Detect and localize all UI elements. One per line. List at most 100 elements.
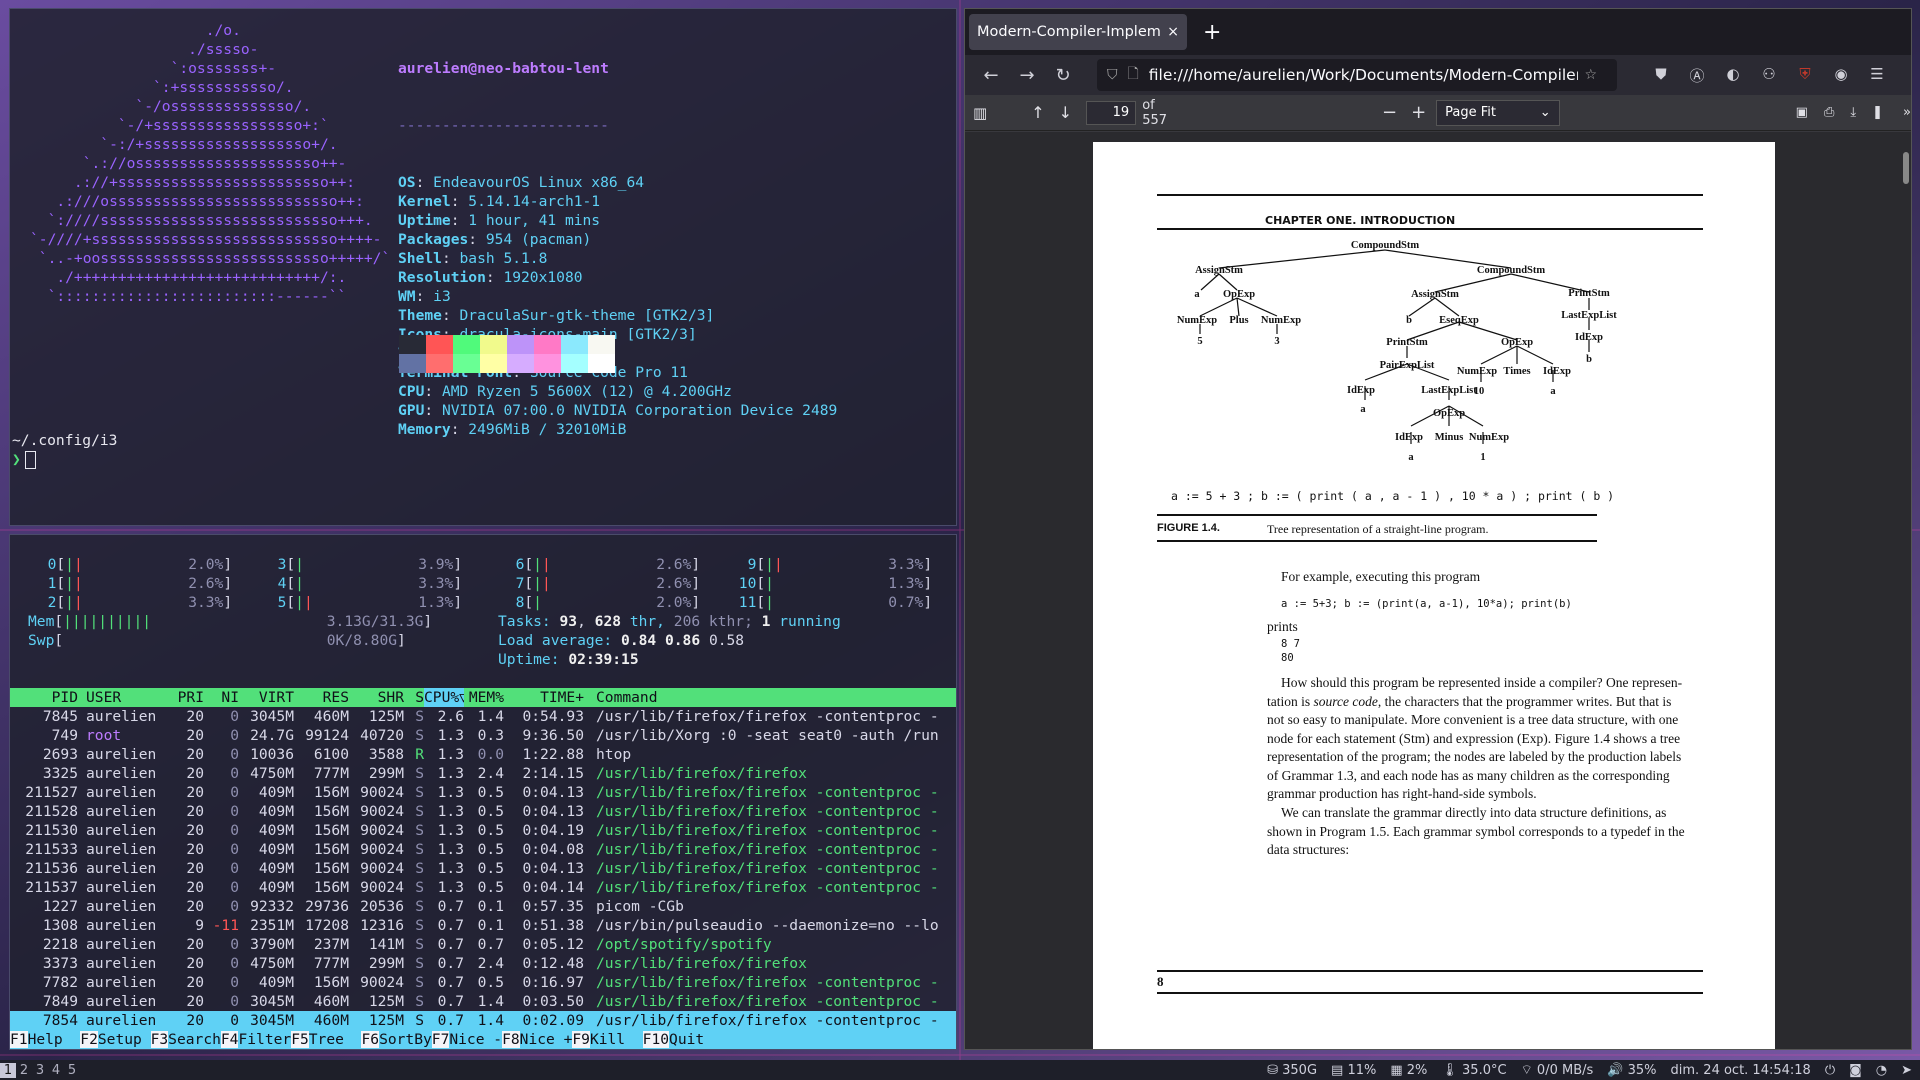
tray-wifi-icon[interactable]: ◔ xyxy=(1876,1063,1887,1078)
info-key: Uptime xyxy=(398,212,451,229)
url-bar[interactable]: ⛉ 🗋 file:///home/aurelien/Work/Documents… xyxy=(1097,59,1617,91)
process-row[interactable]: 211527 aurelien 20 0 409M 156M 90024 S 1.3 0.5 0:0… xyxy=(10,783,956,802)
paragraph-line: of Grammar 1.3, and each node has as man… xyxy=(1267,767,1670,783)
process-row[interactable]: 211536 aurelien 20 0 409M 156M 90024 S 1.3 0.5 0:0… xyxy=(10,859,956,878)
fkey-f7[interactable]: F7Nice - xyxy=(431,1030,502,1049)
process-row[interactable]: 211537 aurelien 20 0 409M 156M 90024 S 1.3 0.5 0:0… xyxy=(10,878,956,897)
workspace-5[interactable]: 5 xyxy=(64,1063,80,1078)
process-table[interactable]: PID USER PRI NI VIRT RES SHR S CPU%▽ MEM% TIME+ Com… xyxy=(10,688,956,1030)
workspace-4[interactable]: 4 xyxy=(48,1063,64,1078)
process-mem: 1.4 xyxy=(477,1012,504,1029)
process-row[interactable]: 1308 aurelien 9 -11 2351M 17208 12316 S 0.7 0.1 0:… xyxy=(10,916,956,935)
fkey-f9[interactable]: F9Kill xyxy=(572,1030,642,1049)
process-time: 0:05.12 xyxy=(522,936,584,953)
power-icon[interactable]: ⏻ xyxy=(1825,1063,1835,1078)
fkey-f3[interactable]: F3Search xyxy=(150,1030,221,1049)
column-header-virt[interactable]: VIRT xyxy=(239,688,294,707)
process-virt: 4750M xyxy=(250,765,294,782)
fkey-f8[interactable]: F8Nice + xyxy=(502,1030,572,1049)
process-row[interactable]: 211533 aurelien 20 0 409M 156M 90024 S 1.3 0.5 0:0… xyxy=(10,840,956,859)
pdf-viewer[interactable]: CHAPTER ONE. INTRODUCTION CompoundStm As… xyxy=(965,132,1911,1049)
process-row[interactable]: 3325 aurelien 20 0 4750M 777M 299M S 1.3 2.4 2:14.… xyxy=(10,764,956,783)
ublock-icon[interactable]: ⛨ xyxy=(1787,65,1823,86)
menu-icon[interactable]: ☰ xyxy=(1859,65,1895,86)
zoom-out-icon[interactable]: − xyxy=(1382,102,1397,123)
fkey-f4[interactable]: F4Filter xyxy=(220,1030,291,1049)
tree-node: OpExp xyxy=(1433,408,1465,419)
fkey-code: F1 xyxy=(10,1031,28,1048)
process-row[interactable]: 7849 aurelien 20 0 3045M 460M 125M S 0.7 1.4 0:03.… xyxy=(10,992,956,1011)
process-row[interactable]: 1227 aurelien 20 0 92332 29736 20536 S 0.7 0.1 0:5… xyxy=(10,897,956,916)
reload-icon[interactable]: ↻ xyxy=(1045,65,1081,86)
column-header-mem[interactable]: MEM% xyxy=(464,688,504,707)
cpu-percent: 2.6% xyxy=(656,575,692,592)
workspace-2[interactable]: 2 xyxy=(16,1063,32,1078)
tray-discord-icon[interactable]: ◙ xyxy=(1849,1063,1862,1078)
account-icon[interactable]: Ⓐ xyxy=(1679,65,1715,86)
zoom-select[interactable]: Page Fit ⌄ xyxy=(1436,99,1560,126)
bookmark-star-icon[interactable]: ☆ xyxy=(1584,67,1597,83)
tree-node: NumExp xyxy=(1457,366,1497,377)
shell-prompt[interactable]: ❯ xyxy=(12,450,36,469)
fkey-f10[interactable]: F10Quit xyxy=(642,1030,704,1049)
page-number-input[interactable]: 19 xyxy=(1086,100,1137,125)
sidebar-toggle-icon[interactable]: ▥ xyxy=(973,104,987,122)
function-key-bar[interactable]: F1Help F2Setup F3Search F4Filter F5Tree F6… xyxy=(10,1030,956,1049)
presentation-icon[interactable]: ▣ xyxy=(1796,105,1808,120)
process-row[interactable]: 2218 aurelien 20 0 3790M 237M 141M S 0.7 0.7 0:05.… xyxy=(10,935,956,954)
column-header-cmd[interactable]: Command xyxy=(584,688,944,707)
process-row[interactable]: 2693 aurelien 20 0 10036 6100 3588 R 1.3 0.0 1:22.… xyxy=(10,745,956,764)
tray-telegram-icon[interactable]: ➤ xyxy=(1901,1063,1912,1078)
print-icon[interactable]: ⎙ xyxy=(1824,105,1834,120)
process-row[interactable]: 3373 aurelien 20 0 4750M 777M 299M S 0.7 2.4 0:12.… xyxy=(10,954,956,973)
column-header-res[interactable]: RES xyxy=(294,688,349,707)
process-row[interactable]: 211530 aurelien 20 0 409M 156M 90024 S 1.3 0.5 0:0… xyxy=(10,821,956,840)
column-header-shr[interactable]: SHR xyxy=(349,688,404,707)
palette-swatch xyxy=(426,335,453,354)
process-shr: 90024 xyxy=(360,841,404,858)
process-row[interactable]: 7782 aurelien 20 0 409M 156M 90024 S 0.7 0.5 0:16.… xyxy=(10,973,956,992)
save-icon[interactable]: ⤓ xyxy=(1850,105,1856,120)
zoom-in-icon[interactable]: + xyxy=(1411,102,1426,123)
fkey-f1[interactable]: F1Help xyxy=(10,1030,80,1049)
fkey-f6[interactable]: F6SortBy xyxy=(361,1030,432,1049)
column-header-time[interactable]: TIME+ xyxy=(504,688,584,707)
workspace-3[interactable]: 3 xyxy=(32,1063,48,1078)
next-page-icon[interactable]: ↓ xyxy=(1059,103,1072,122)
terminal-neofetch[interactable]: ./o. ./sssso- `:osssssss+- `:+ssssssssss… xyxy=(9,8,957,526)
shield-icon[interactable]: ⛉ xyxy=(1107,67,1118,83)
paragraph-line: How should this program be represented i… xyxy=(1281,675,1683,690)
previous-page-icon[interactable]: ↑ xyxy=(1031,103,1044,122)
forward-icon[interactable]: → xyxy=(1009,65,1045,86)
column-header-user[interactable]: USER xyxy=(78,688,174,707)
fkey-f5[interactable]: F5Tree xyxy=(291,1030,361,1049)
process-row[interactable]: 7854 aurelien 20 0 3045M 460M 125M S 0.7 1.4 0:02.… xyxy=(10,1011,956,1030)
cpu-percent: 3.3% xyxy=(418,575,454,592)
firefox-window[interactable]: Modern-Compiler-Impleme × + ← → ↻ ⛉ 🗋 fi… xyxy=(964,8,1912,1050)
volume-block[interactable]: 🔊 35% xyxy=(1607,1063,1656,1078)
tools-chevron-icon[interactable]: » xyxy=(1903,105,1911,120)
extension-icon[interactable]: ◐ xyxy=(1715,65,1751,86)
terminal-htop[interactable]: 0[|| 2.0%] 1[|| 2.6%] 2[|| 3.3%] 3[| 3.9… xyxy=(9,534,957,1050)
process-row[interactable]: 749 root 20 0 24.7G 99124 40720 S 1.3 0.3 9:36.50 /… xyxy=(10,726,956,745)
workspace-1[interactable]: 1 xyxy=(0,1062,16,1078)
new-tab-button[interactable]: + xyxy=(1203,20,1221,45)
back-icon[interactable]: ← xyxy=(973,65,1009,86)
tab-pdf[interactable]: Modern-Compiler-Impleme × xyxy=(969,14,1187,50)
column-header-s[interactable]: S xyxy=(404,688,424,707)
column-header-ni[interactable]: NI xyxy=(204,688,239,707)
extension-glasses-icon[interactable]: ⚇ xyxy=(1751,65,1787,86)
column-header-pri[interactable]: PRI xyxy=(174,688,204,707)
extension-2-icon[interactable]: ◉ xyxy=(1823,65,1859,86)
scrollbar-thumb[interactable] xyxy=(1903,152,1909,184)
process-table-header[interactable]: PID USER PRI NI VIRT RES SHR S CPU%▽ MEM% TIME+ Com… xyxy=(10,688,956,707)
fkey-f2[interactable]: F2Setup xyxy=(80,1030,150,1049)
process-row[interactable]: 7845 aurelien 20 0 3045M 460M 125M S 2.6 1.4 0:54.… xyxy=(10,707,956,726)
column-header-pid[interactable]: PID xyxy=(10,688,78,707)
pocket-icon[interactable]: ⛊ xyxy=(1643,65,1679,86)
bookmark-icon[interactable]: ❚ xyxy=(1872,105,1883,120)
process-row[interactable]: 211528 aurelien 20 0 409M 156M 90024 S 1.3 0.5 0:0… xyxy=(10,802,956,821)
process-virt: 409M xyxy=(258,803,294,820)
column-header-cpu[interactable]: CPU%▽ xyxy=(424,688,464,707)
tab-close-icon[interactable]: × xyxy=(1167,24,1179,40)
